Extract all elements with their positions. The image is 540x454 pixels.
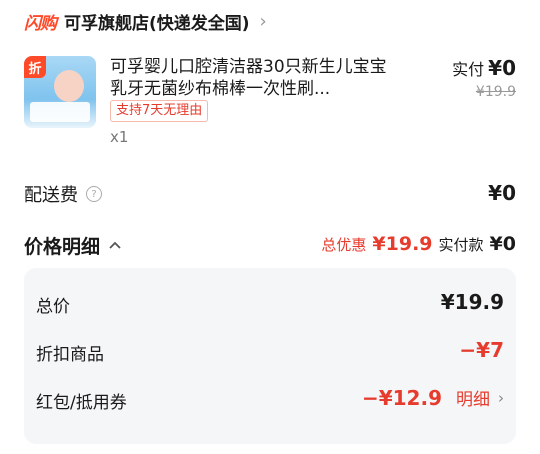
baby-image [54,70,84,102]
price-detail-toggle[interactable]: 价格明细 [24,232,122,259]
discount-item-value: −¥7 [459,338,504,362]
price-summary: 总优惠 ¥19.9 实付款 ¥0 [321,233,516,255]
shipping-fee-value: ¥0 [488,181,516,205]
price-breakdown-card: 总价 ¥19.9 折扣商品 −¥7 红包/抵用券 −¥12.9 明细 › [24,268,516,444]
shipping-fee-label: 配送费 [24,185,78,206]
discount-item-label: 折扣商品 [36,345,104,365]
help-icon[interactable]: ? [86,186,102,202]
coupon-value: −¥12.9 [361,385,442,410]
total-discount-label: 总优惠 [321,236,367,254]
return-policy-badge: 支持7天无理由 [110,100,209,122]
actual-pay-label: 实付款 [438,236,484,254]
product-box-image [30,102,90,122]
total-price-value: ¥19.9 [440,290,504,314]
chevron-up-icon [108,238,122,254]
actual-pay-value: ¥0 [489,233,516,255]
coupon-detail-label: 明细 [456,390,490,410]
paid-value: ¥0 [488,56,516,80]
chevron-right-icon: › [498,388,504,407]
store-name[interactable]: 可孚旗舰店(快递发全国) [64,9,250,34]
store-header[interactable]: 闪购 可孚旗舰店(快递发全国) › [24,4,267,38]
coupon-detail-link[interactable]: 明细 › [456,385,504,411]
product-paid-price: 实付 ¥0 [452,56,516,80]
total-discount-value: ¥19.9 [372,233,433,255]
discount-tag: 折 [24,56,46,78]
paid-label: 实付 [452,60,485,79]
chevron-right-icon: › [259,10,267,32]
product-title[interactable]: 可孚婴儿口腔清洁器30只新生儿宝宝乳牙无菌纱布棉棒一次性刷... [110,56,400,100]
price-detail-title: 价格明细 [24,236,101,258]
flash-purchase-logo: 闪购 [24,13,57,34]
original-price: ¥19.9 [475,84,516,100]
product-quantity: x1 [110,128,129,146]
total-price-label: 总价 [36,297,70,317]
coupon-row-right: −¥12.9 明细 › [361,385,504,411]
product-thumbnail[interactable]: 折 [24,56,96,128]
shipping-fee-row: 配送费 ? [24,181,102,207]
coupon-label: 红包/抵用券 [36,393,127,413]
